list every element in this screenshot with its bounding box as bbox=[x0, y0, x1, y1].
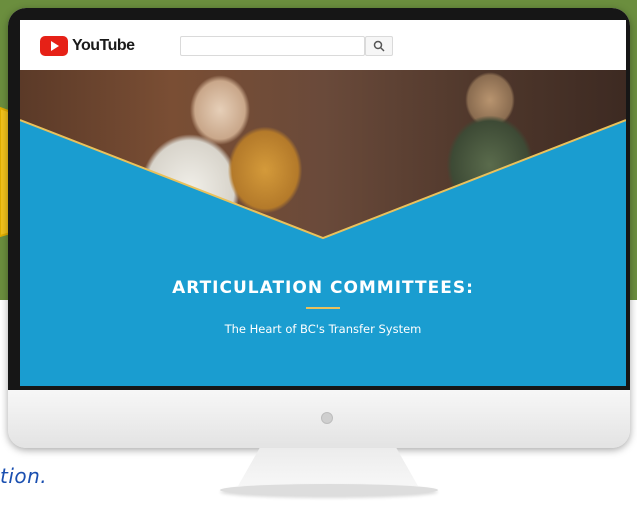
title-divider bbox=[306, 307, 340, 309]
monitor-logo-dot bbox=[321, 412, 333, 424]
video-title: ARTICULATION COMMITTEES: bbox=[172, 278, 474, 298]
youtube-play-icon bbox=[40, 36, 68, 56]
video-thumbnail-photo bbox=[20, 70, 626, 240]
caption-text: tion. bbox=[0, 464, 48, 488]
video-screen[interactable]: YouTube ARTICULATION COMMITTEES: The Hea… bbox=[20, 20, 626, 386]
youtube-logo[interactable]: YouTube bbox=[40, 36, 135, 56]
monitor-stand-base bbox=[220, 484, 438, 496]
search-input[interactable] bbox=[180, 36, 365, 56]
monitor-chin bbox=[8, 390, 630, 448]
youtube-logo-text: YouTube bbox=[72, 37, 135, 54]
youtube-header: YouTube bbox=[20, 20, 626, 71]
monitor-stand bbox=[238, 448, 418, 486]
thumbnail-v-overlay bbox=[20, 119, 626, 240]
search-button[interactable] bbox=[365, 36, 393, 56]
search-icon bbox=[373, 40, 385, 52]
video-subtitle: The Heart of BC's Transfer System bbox=[224, 322, 422, 336]
